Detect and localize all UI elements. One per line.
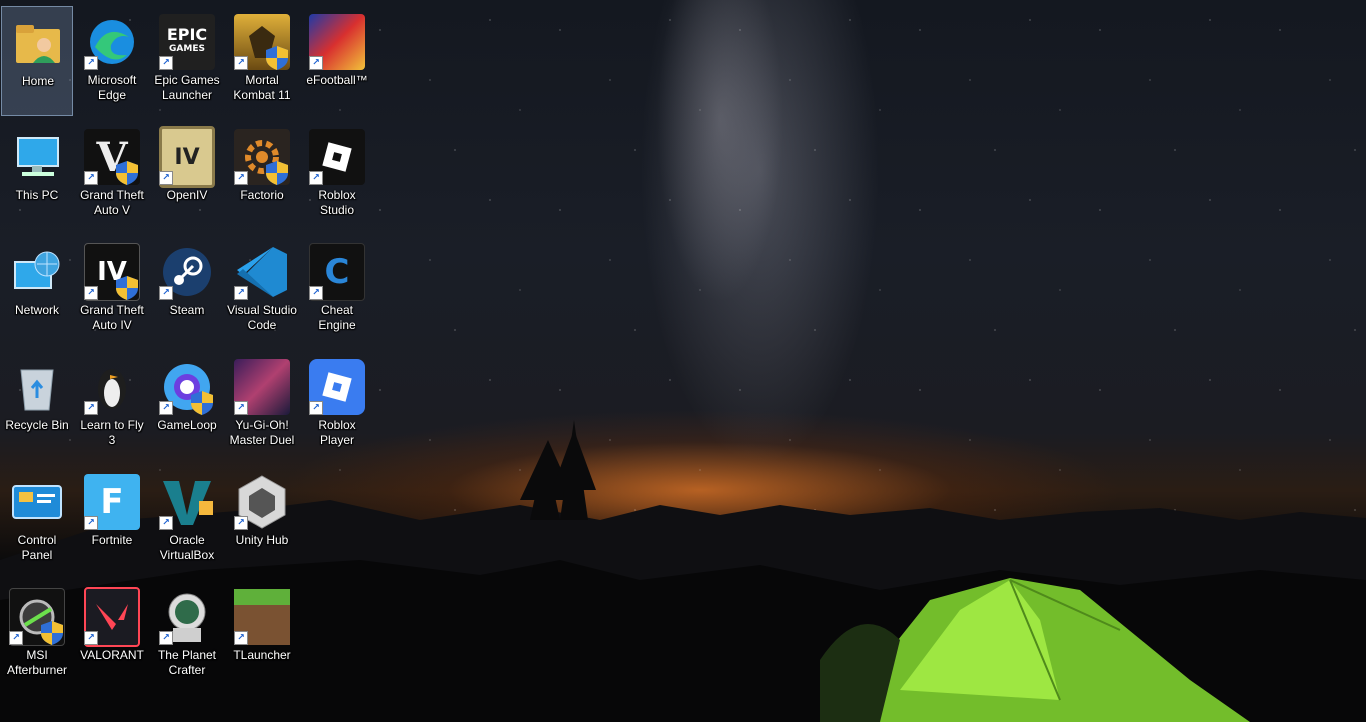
- icon-label: Visual Studio Code: [227, 303, 297, 332]
- shortcut-arrow-icon: ↗: [84, 516, 98, 530]
- desktop-icon-valorant[interactable]: ↗ VALORANT: [76, 581, 148, 691]
- icon-label: MSI Afterburner: [6, 648, 68, 677]
- icon-label: eFootball™: [306, 73, 368, 87]
- desktop-icon-gameloop[interactable]: ↗ GameLoop: [151, 351, 223, 461]
- home-folder-icon: [10, 14, 66, 72]
- icon-label: Steam: [169, 303, 205, 317]
- icon-label: Fortnite: [91, 533, 133, 547]
- shortcut-arrow-icon: ↗: [234, 401, 248, 415]
- desktop-icon-yugioh-master-duel[interactable]: ↗ Yu-Gi-Oh! Master Duel: [226, 351, 298, 461]
- shortcut-arrow-icon: ↗: [309, 286, 323, 300]
- desktop-icon-msi-afterburner[interactable]: ↗ MSI Afterburner: [1, 581, 73, 691]
- desktop-icon-control-panel[interactable]: Control Panel: [1, 466, 73, 576]
- icon-label: Grand Theft Auto IV: [80, 303, 144, 332]
- desktop-icon-roblox-studio[interactable]: ↗ Roblox Studio: [301, 121, 373, 231]
- recycle-bin-icon: [9, 358, 65, 416]
- shortcut-arrow-icon: ↗: [84, 286, 98, 300]
- uac-shield-icon: [116, 161, 138, 185]
- desktop-icon-home[interactable]: Home: [1, 6, 73, 116]
- shortcut-arrow-icon: ↗: [234, 56, 248, 70]
- desktop-icon-efootball[interactable]: ↗ eFootball™: [301, 6, 373, 116]
- icon-label: OpenIV: [166, 188, 208, 202]
- desktop-icon-learn-to-fly-3[interactable]: ↗ Learn to Fly 3: [76, 351, 148, 461]
- desktop-icon-gta-iv[interactable]: IV ↗ Grand Theft Auto IV: [76, 236, 148, 346]
- icon-label: TLauncher: [233, 648, 291, 662]
- icon-label: Learn to Fly 3: [80, 418, 144, 447]
- icon-label: Roblox Studio: [318, 188, 356, 217]
- icon-label: Microsoft Edge: [87, 73, 137, 102]
- desktop-icon-the-planet-crafter[interactable]: ↗ The Planet Crafter: [151, 581, 223, 691]
- shortcut-arrow-icon: ↗: [234, 631, 248, 645]
- shortcut-arrow-icon: ↗: [234, 171, 248, 185]
- uac-shield-icon: [266, 161, 288, 185]
- icon-label: Grand Theft Auto V: [80, 188, 144, 217]
- control-panel-icon: [9, 473, 65, 531]
- icon-label: This PC: [15, 188, 59, 202]
- shortcut-arrow-icon: ↗: [9, 631, 23, 645]
- shortcut-arrow-icon: ↗: [159, 286, 173, 300]
- desktop-icon-mortal-kombat-11[interactable]: ↗ Mortal Kombat 11: [226, 6, 298, 116]
- desktop-icon-tlauncher[interactable]: ↗ TLauncher: [226, 581, 298, 691]
- desktop-icon-roblox-player[interactable]: ↗ Roblox Player: [301, 351, 373, 461]
- desktop-icon-this-pc[interactable]: This PC: [1, 121, 73, 231]
- icon-label: VALORANT: [80, 648, 144, 662]
- icon-label: Cheat Engine: [318, 303, 356, 332]
- desktop-icon-unity-hub[interactable]: ↗ Unity Hub: [226, 466, 298, 576]
- desktop-icon-factorio[interactable]: ↗ Factorio: [226, 121, 298, 231]
- desktop-icon-gta-v[interactable]: V ↗ Grand Theft Auto V: [76, 121, 148, 231]
- icon-label: Mortal Kombat 11: [233, 73, 291, 102]
- shortcut-arrow-icon: ↗: [309, 56, 323, 70]
- shortcut-arrow-icon: ↗: [309, 171, 323, 185]
- shortcut-arrow-icon: ↗: [84, 631, 98, 645]
- desktop-icon-network[interactable]: Network: [1, 236, 73, 346]
- shortcut-arrow-icon: ↗: [309, 401, 323, 415]
- shortcut-arrow-icon: ↗: [234, 286, 248, 300]
- icon-label: Network: [14, 303, 59, 317]
- shortcut-arrow-icon: ↗: [159, 171, 173, 185]
- desktop-icon-area: Home This PC Network Recycle Bin Control…: [0, 0, 1366, 722]
- shortcut-arrow-icon: ↗: [159, 401, 173, 415]
- shortcut-arrow-icon: ↗: [84, 56, 98, 70]
- desktop-icon-epic-games[interactable]: EPIC GAMES ↗ Epic Games Launcher: [151, 6, 223, 116]
- uac-shield-icon: [191, 391, 213, 415]
- desktop-icon-fortnite[interactable]: F ↗ Fortnite: [76, 466, 148, 576]
- uac-shield-icon: [266, 46, 288, 70]
- desktop-icon-steam[interactable]: ↗ Steam: [151, 236, 223, 346]
- uac-shield-icon: [41, 621, 63, 645]
- desktop-icon-openiv[interactable]: IV ↗ OpenIV: [151, 121, 223, 231]
- icon-label: Oracle VirtualBox: [159, 533, 215, 562]
- icon-label: Factorio: [240, 188, 284, 202]
- desktop-icon-oracle-virtualbox[interactable]: ↗ Oracle VirtualBox: [151, 466, 223, 576]
- shortcut-arrow-icon: ↗: [159, 516, 173, 530]
- shortcut-arrow-icon: ↗: [84, 171, 98, 185]
- icon-label: Unity Hub: [235, 533, 289, 547]
- icon-label: Epic Games Launcher: [154, 73, 220, 102]
- icon-label: Control Panel: [17, 533, 57, 562]
- icon-label: Roblox Player: [318, 418, 356, 447]
- shortcut-arrow-icon: ↗: [159, 56, 173, 70]
- network-globe-icon: [9, 243, 65, 301]
- desktop-icon-vscode[interactable]: ↗ Visual Studio Code: [226, 236, 298, 346]
- shortcut-arrow-icon: ↗: [84, 401, 98, 415]
- desktop-icon-microsoft-edge[interactable]: ↗ Microsoft Edge: [76, 6, 148, 116]
- desktop-icon-cheat-engine[interactable]: C ↗ Cheat Engine: [301, 236, 373, 346]
- computer-icon: [9, 128, 65, 186]
- icon-label: GameLoop: [157, 418, 217, 432]
- icon-label: Recycle Bin: [5, 418, 69, 432]
- uac-shield-icon: [116, 276, 138, 300]
- icon-label: Yu-Gi-Oh! Master Duel: [229, 418, 295, 447]
- icon-label: The Planet Crafter: [157, 648, 217, 677]
- shortcut-arrow-icon: ↗: [234, 516, 248, 530]
- icon-label: Home: [21, 74, 54, 88]
- shortcut-arrow-icon: ↗: [159, 631, 173, 645]
- desktop-icon-recycle-bin[interactable]: Recycle Bin: [1, 351, 73, 461]
